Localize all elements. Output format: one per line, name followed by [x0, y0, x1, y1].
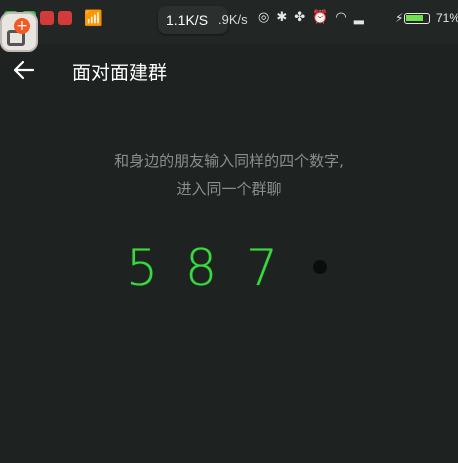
- charging-icon: ⚡: [395, 11, 404, 25]
- bluetooth-icon: ✱: [276, 10, 288, 25]
- system-icons: ◎ ✱ ✤ ⏰ ◠ ▂: [258, 10, 371, 25]
- network-speed-secondary: .9K/s: [218, 12, 248, 27]
- code-digit-2: 8: [185, 239, 217, 297]
- wifi-signal-icon: ◠: [335, 10, 347, 25]
- back-arrow-icon[interactable]: [12, 58, 36, 82]
- instruction-text: 和身边的朋友输入同样的四个数字, 进入同一个群聊: [0, 147, 458, 203]
- battery-percent: 71%: [436, 11, 458, 25]
- battery-icon: [404, 13, 430, 24]
- code-digit-3: 7: [246, 239, 278, 297]
- content-background: [0, 370, 458, 463]
- wifi-icon: 📶: [84, 9, 103, 27]
- do-not-disturb-icon: ✤: [294, 10, 306, 25]
- code-digit-placeholder: [313, 260, 327, 274]
- page-title: 面对面建群: [72, 62, 168, 84]
- cell-signal-icon: ▂: [353, 10, 364, 25]
- floating-app-icon[interactable]: +: [0, 12, 38, 52]
- app-notification-icon: [40, 11, 54, 25]
- nfc-icon: ◎: [258, 10, 270, 25]
- network-speed: 1.1K/S: [166, 12, 209, 28]
- plus-icon: +: [14, 18, 30, 34]
- alarm-icon: ⏰: [312, 10, 329, 25]
- status-bar: 📶 1.1K/S .9K/s ◎ ✱ ✤ ⏰ ◠ ▂ ⚡ 71%: [0, 0, 458, 44]
- code-digit-1: 5: [126, 239, 158, 297]
- instruction-line-1: 和身边的朋友输入同样的四个数字,: [114, 152, 344, 170]
- instruction-line-2: 进入同一个群聊: [176, 180, 282, 198]
- app-notification-icon: [58, 11, 72, 25]
